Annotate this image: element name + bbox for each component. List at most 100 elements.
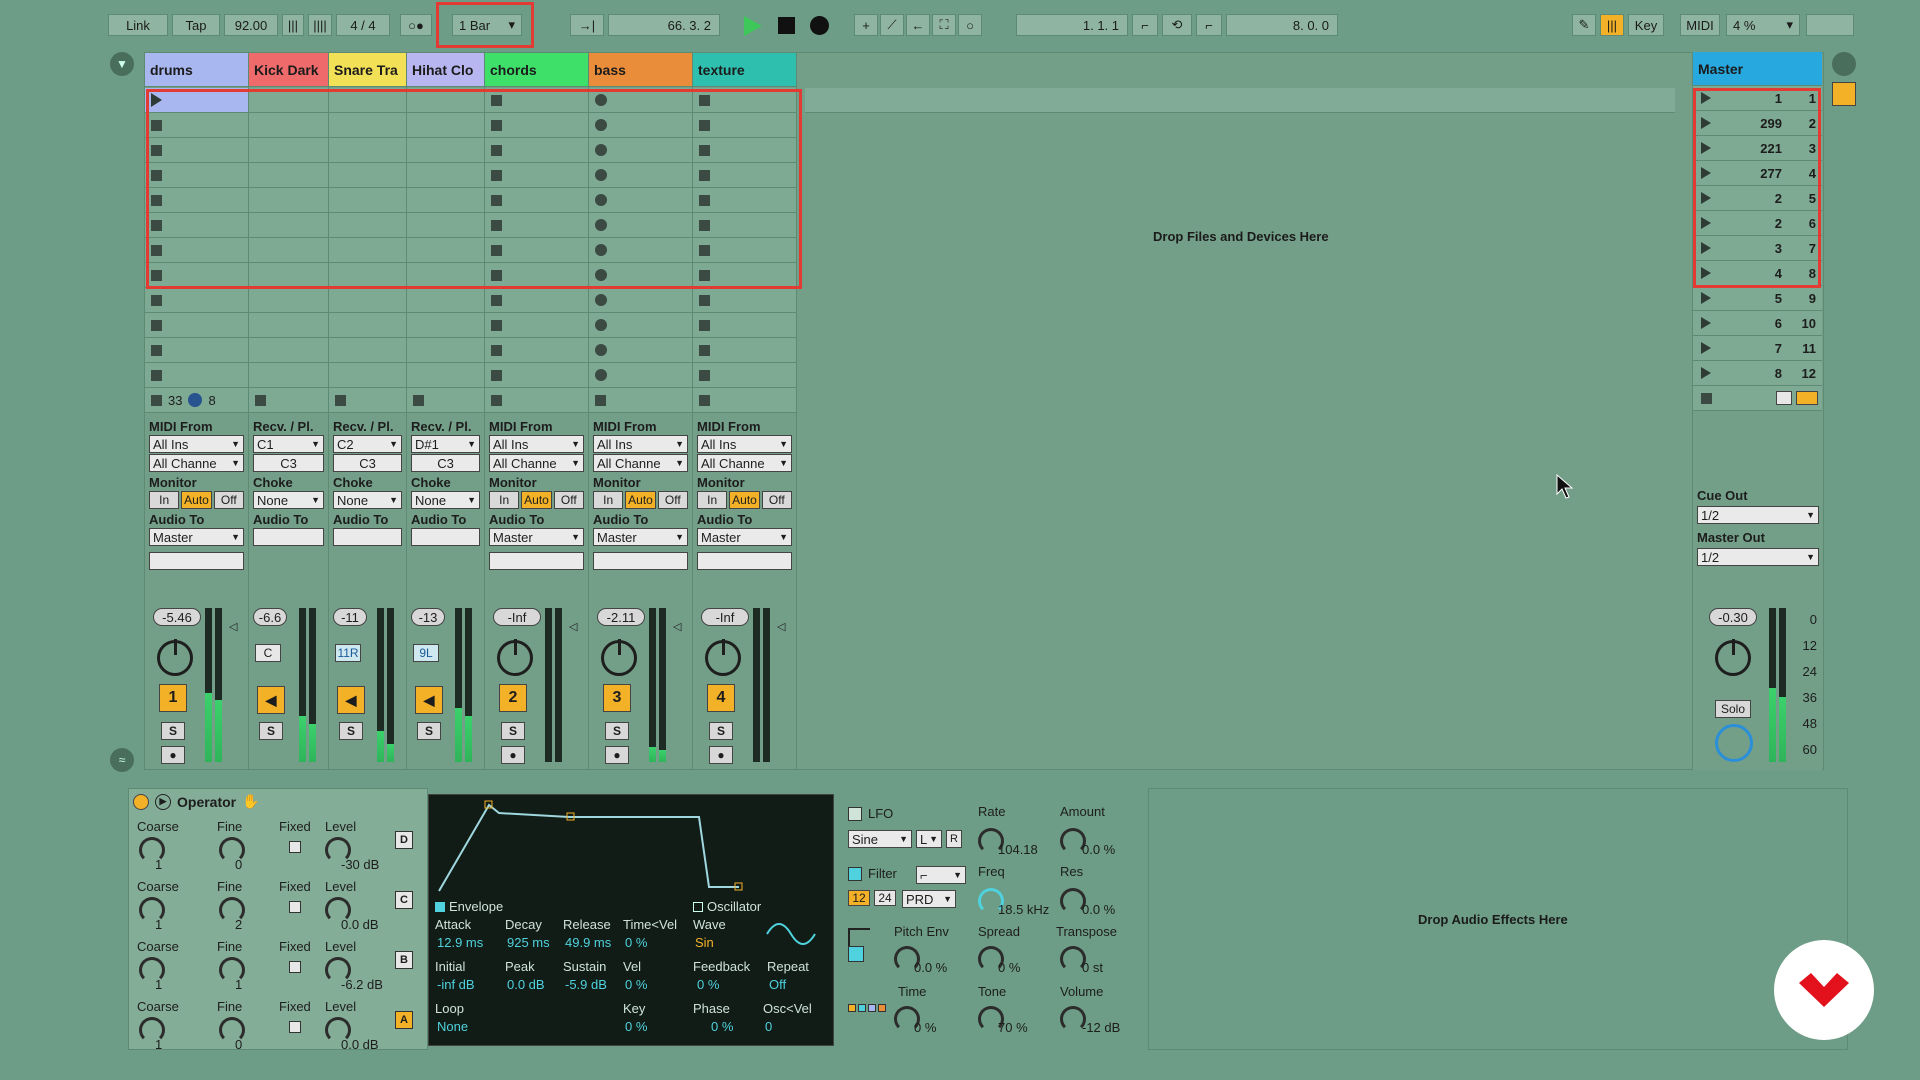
arm-icon[interactable]: ● bbox=[605, 746, 629, 764]
solo-button[interactable]: S bbox=[709, 722, 733, 740]
pan-knob[interactable] bbox=[705, 639, 741, 676]
solo-button[interactable]: S bbox=[259, 722, 283, 740]
fader-arrow-icon[interactable]: ◁ bbox=[229, 620, 237, 633]
filter-toggle[interactable]: Filter bbox=[848, 866, 897, 881]
play-button[interactable] bbox=[744, 16, 762, 36]
audio-to-select[interactable]: Master bbox=[697, 528, 792, 546]
stop-clip-icon[interactable] bbox=[491, 394, 502, 406]
clip-slot[interactable] bbox=[329, 288, 406, 313]
record-clip-icon[interactable] bbox=[595, 319, 607, 331]
initial-value[interactable]: -inf dB bbox=[437, 977, 475, 992]
monitor-off[interactable]: Off bbox=[553, 491, 584, 509]
monitor-in[interactable]: In bbox=[593, 491, 624, 509]
arm-icon[interactable]: ● bbox=[501, 746, 525, 764]
clip-slot[interactable] bbox=[693, 363, 796, 388]
speaker-icon[interactable]: ◀ bbox=[257, 686, 285, 714]
midi-from-select[interactable]: All Ins bbox=[149, 435, 244, 453]
mixer-toggle-icon[interactable] bbox=[1832, 82, 1856, 106]
track-title[interactable]: texture bbox=[693, 53, 796, 87]
tap-button[interactable]: Tap bbox=[172, 14, 220, 36]
clip-slot[interactable] bbox=[407, 338, 484, 363]
clip-slot[interactable] bbox=[485, 313, 588, 338]
key-map-button[interactable]: Key bbox=[1628, 14, 1664, 36]
scene-row[interactable]: 6 10 bbox=[1693, 311, 1822, 336]
pan-knob[interactable] bbox=[157, 639, 193, 676]
capture-icon[interactable]: ⛶ bbox=[932, 14, 956, 36]
keyboard-icon[interactable]: ||| bbox=[1600, 14, 1624, 36]
nudge-down-icon[interactable]: ||| bbox=[282, 14, 304, 36]
attack-value[interactable]: 12.9 ms bbox=[437, 935, 483, 950]
receive-note-select[interactable]: C1 bbox=[253, 435, 324, 453]
solo-button[interactable]: S bbox=[605, 722, 629, 740]
stop-clip-icon[interactable] bbox=[413, 394, 424, 406]
arm-icon[interactable]: ● bbox=[161, 746, 185, 764]
follow-icon[interactable]: →| bbox=[570, 14, 604, 36]
lfo-toggle[interactable]: LFO bbox=[848, 806, 893, 821]
monitor-auto[interactable]: Auto bbox=[521, 491, 552, 509]
loop-switch-icon[interactable]: ⟲ bbox=[1162, 14, 1192, 36]
monitor-off[interactable]: Off bbox=[213, 491, 244, 509]
clip-slot[interactable] bbox=[407, 313, 484, 338]
tempo-field[interactable]: 92.00 bbox=[224, 14, 278, 36]
midi-from-select[interactable]: All Ins bbox=[697, 435, 792, 453]
loop-length-field[interactable]: 8. 0. 0 bbox=[1226, 14, 1338, 36]
session-record-icon[interactable]: ○ bbox=[958, 14, 982, 36]
volume-field[interactable]: -5.46 bbox=[153, 608, 201, 626]
oscillator-select-button[interactable]: A bbox=[395, 1011, 413, 1029]
stop-clip-icon[interactable] bbox=[595, 394, 606, 406]
vel-value[interactable]: 0 % bbox=[625, 977, 647, 992]
clip-slot[interactable] bbox=[485, 288, 588, 313]
stop-clip-icon[interactable] bbox=[151, 369, 162, 381]
menu-icon[interactable] bbox=[1832, 52, 1856, 76]
record-clip-icon[interactable] bbox=[595, 344, 607, 356]
stop-clip-icon[interactable] bbox=[699, 369, 710, 381]
receive-note-select[interactable]: D#1 bbox=[411, 435, 480, 453]
wave-value[interactable]: Sin bbox=[695, 935, 714, 950]
stop-button[interactable] bbox=[778, 17, 795, 34]
clip-slot[interactable] bbox=[589, 313, 692, 338]
midi-map-button[interactable]: MIDI bbox=[1680, 14, 1720, 36]
peak-value[interactable]: 0.0 dB bbox=[507, 977, 545, 992]
cue-out-select[interactable]: 1/2 bbox=[1697, 506, 1819, 524]
oscillator-select-button[interactable]: B bbox=[395, 951, 413, 969]
device-on-icon[interactable] bbox=[133, 793, 149, 810]
volume-field[interactable]: -13 bbox=[411, 608, 445, 626]
back-to-arrangement-icon[interactable]: ← bbox=[906, 14, 930, 36]
cue-volume-knob[interactable] bbox=[1715, 724, 1753, 762]
monitor-off[interactable]: Off bbox=[761, 491, 792, 509]
groove-pool-icon[interactable]: ≈ bbox=[110, 748, 134, 772]
osc-vel-value[interactable]: 0 bbox=[765, 1019, 772, 1034]
nudge-up-icon[interactable]: |||| bbox=[308, 14, 332, 36]
repeat-value[interactable]: Off bbox=[769, 977, 786, 992]
stop-clip-icon[interactable] bbox=[491, 369, 502, 381]
sub-routing-field[interactable] bbox=[593, 552, 688, 570]
sub-routing-field[interactable] bbox=[489, 552, 584, 570]
monitor-in[interactable]: In bbox=[149, 491, 180, 509]
channel-select[interactable]: All Channe bbox=[697, 454, 792, 472]
clip-slot[interactable] bbox=[693, 288, 796, 313]
scene-launch-icon[interactable] bbox=[1701, 292, 1711, 304]
stop-clip-icon[interactable] bbox=[491, 294, 502, 306]
solo-switch[interactable]: Solo bbox=[1715, 700, 1751, 718]
stop-clip-icon[interactable] bbox=[699, 344, 710, 356]
volume-field[interactable]: -11 bbox=[333, 608, 367, 626]
monitor-auto[interactable]: Auto bbox=[729, 491, 760, 509]
solo-button[interactable]: S bbox=[339, 722, 363, 740]
clip-slot[interactable] bbox=[407, 288, 484, 313]
clip-slot[interactable] bbox=[145, 363, 248, 388]
track-title[interactable]: chords bbox=[485, 53, 588, 87]
fixed-checkbox[interactable] bbox=[289, 1021, 301, 1033]
audio-to-select[interactable]: Master bbox=[149, 528, 244, 546]
stop-clip-icon[interactable] bbox=[151, 344, 162, 356]
play-note-field[interactable]: C3 bbox=[333, 454, 402, 472]
envelope-graph[interactable] bbox=[429, 795, 835, 899]
scene-row[interactable]: 8 12 bbox=[1693, 361, 1822, 386]
loop-start-field[interactable]: 1. 1. 1 bbox=[1016, 14, 1128, 36]
master-pan-knob[interactable] bbox=[1715, 639, 1751, 676]
arm-icon[interactable]: ● bbox=[709, 746, 733, 764]
oscillator-select-button[interactable]: C bbox=[395, 891, 413, 909]
oscillator-tab[interactable]: Oscillator bbox=[693, 899, 761, 914]
scene-row[interactable]: 7 11 bbox=[1693, 336, 1822, 361]
fold-icon[interactable] bbox=[188, 393, 203, 407]
fixed-checkbox[interactable] bbox=[289, 901, 301, 913]
